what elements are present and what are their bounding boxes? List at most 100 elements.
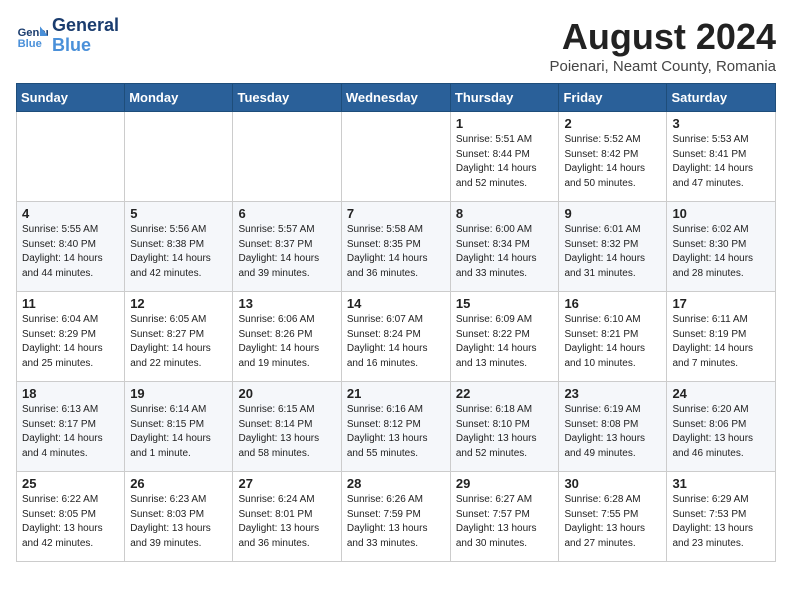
calendar-cell: 24 Sunrise: 6:20 AM Sunset: 8:06 PM Dayli… — [667, 382, 776, 472]
day-info: Sunrise: 6:15 AM Sunset: 8:14 PM Dayligh… — [238, 403, 335, 461]
weekday-header-tuesday: Tuesday — [233, 84, 341, 112]
calendar-cell — [341, 112, 450, 202]
day-number: 2 — [564, 116, 661, 131]
day-number: 22 — [456, 386, 554, 401]
calendar-cell: 16Sunrise: 6:10 AM Sunset: 8:21 PM Dayli… — [559, 292, 667, 382]
logo-text-line1: General — [52, 16, 119, 36]
calendar-cell: 10 Sunrise: 6:02 AM Sunset: 8:30 PM Dayli… — [667, 202, 776, 292]
day-info: Sunrise: 5:51 AM Sunset: 8:44 PM Dayligh… — [456, 133, 554, 191]
day-info: Sunrise: 5:53 AM Sunset: 8:41 PM Dayligh… — [672, 133, 770, 191]
day-number: 13 — [238, 296, 335, 311]
calendar-cell — [125, 112, 233, 202]
day-number: 31 — [672, 476, 770, 491]
day-info: Sunrise: 5:55 AM Sunset: 8:40 PM Dayligh… — [22, 223, 119, 281]
day-info: Sunrise: 6:22 AM Sunset: 8:05 PM Dayligh… — [22, 493, 119, 551]
week-row-5: 25 Sunrise: 6:22 AM Sunset: 8:05 PM Dayli… — [17, 472, 776, 562]
weekday-header-saturday: Saturday — [667, 84, 776, 112]
day-info: Sunrise: 5:58 AM Sunset: 8:35 PM Dayligh… — [347, 223, 445, 281]
calendar-cell: 11 Sunrise: 6:04 AM Sunset: 8:29 PM Dayli… — [17, 292, 125, 382]
calendar-cell: 13 Sunrise: 6:06 AM Sunset: 8:26 PM Dayli… — [233, 292, 341, 382]
day-number: 26 — [130, 476, 227, 491]
day-info: Sunrise: 5:56 AM Sunset: 8:38 PM Dayligh… — [130, 223, 227, 281]
day-info: Sunrise: 6:02 AM Sunset: 8:30 PM Dayligh… — [672, 223, 770, 281]
calendar-cell: 15 Sunrise: 6:09 AM Sunset: 8:22 PM Dayli… — [450, 292, 559, 382]
calendar-cell: 21 Sunrise: 6:16 AM Sunset: 8:12 PM Dayli… — [341, 382, 450, 472]
day-number: 4 — [22, 206, 119, 221]
calendar-cell: 27 Sunrise: 6:24 AM Sunset: 8:01 PM Dayli… — [233, 472, 341, 562]
day-number: 8 — [456, 206, 554, 221]
calendar-cell: 1 Sunrise: 5:51 AM Sunset: 8:44 PM Daylig… — [450, 112, 559, 202]
day-number: 27 — [238, 476, 335, 491]
day-number: 16 — [564, 296, 661, 311]
day-info: Sunrise: 6:04 AM Sunset: 8:29 PM Dayligh… — [22, 313, 119, 371]
day-number: 14 — [347, 296, 445, 311]
week-row-4: 18 Sunrise: 6:13 AM Sunset: 8:17 PM Dayli… — [17, 382, 776, 472]
calendar-cell: 25 Sunrise: 6:22 AM Sunset: 8:05 PM Dayli… — [17, 472, 125, 562]
day-number: 6 — [238, 206, 335, 221]
logo-icon: General Blue — [16, 20, 48, 52]
day-info: Sunrise: 6:23 AM Sunset: 8:03 PM Dayligh… — [130, 493, 227, 551]
logo-text-line2: Blue — [52, 36, 119, 56]
day-number: 9 — [564, 206, 661, 221]
day-info: Sunrise: 6:24 AM Sunset: 8:01 PM Dayligh… — [238, 493, 335, 551]
calendar-cell: 26 Sunrise: 6:23 AM Sunset: 8:03 PM Dayli… — [125, 472, 233, 562]
weekday-header-row: SundayMondayTuesdayWednesdayThursdayFrid… — [17, 84, 776, 112]
day-number: 5 — [130, 206, 227, 221]
day-number: 25 — [22, 476, 119, 491]
calendar-cell: 2 Sunrise: 5:52 AM Sunset: 8:42 PM Daylig… — [559, 112, 667, 202]
day-info: Sunrise: 6:07 AM Sunset: 8:24 PM Dayligh… — [347, 313, 445, 371]
day-info: Sunrise: 6:19 AM Sunset: 8:08 PM Dayligh… — [564, 403, 661, 461]
calendar-cell: 4 Sunrise: 5:55 AM Sunset: 8:40 PM Daylig… — [17, 202, 125, 292]
day-number: 23 — [564, 386, 661, 401]
calendar-cell — [233, 112, 341, 202]
day-number: 21 — [347, 386, 445, 401]
logo: General Blue General Blue — [16, 16, 119, 56]
calendar-table: SundayMondayTuesdayWednesdayThursdayFrid… — [16, 83, 776, 562]
calendar-cell — [17, 112, 125, 202]
day-number: 17 — [672, 296, 770, 311]
weekday-header-sunday: Sunday — [17, 84, 125, 112]
calendar-cell: 9Sunrise: 6:01 AM Sunset: 8:32 PM Daylig… — [559, 202, 667, 292]
calendar-cell: 12Sunrise: 6:05 AM Sunset: 8:27 PM Dayli… — [125, 292, 233, 382]
calendar-cell: 23 Sunrise: 6:19 AM Sunset: 8:08 PM Dayli… — [559, 382, 667, 472]
calendar-cell: 5 Sunrise: 5:56 AM Sunset: 8:38 PM Daylig… — [125, 202, 233, 292]
day-number: 29 — [456, 476, 554, 491]
calendar-cell: 17Sunrise: 6:11 AM Sunset: 8:19 PM Dayli… — [667, 292, 776, 382]
day-number: 18 — [22, 386, 119, 401]
weekday-header-friday: Friday — [559, 84, 667, 112]
calendar-cell: 18 Sunrise: 6:13 AM Sunset: 8:17 PM Dayli… — [17, 382, 125, 472]
week-row-2: 4 Sunrise: 5:55 AM Sunset: 8:40 PM Daylig… — [17, 202, 776, 292]
day-number: 20 — [238, 386, 335, 401]
page-header: General Blue General Blue August 2024 Po… — [16, 16, 776, 75]
day-number: 15 — [456, 296, 554, 311]
day-number: 11 — [22, 296, 119, 311]
day-number: 30 — [564, 476, 661, 491]
week-row-3: 11 Sunrise: 6:04 AM Sunset: 8:29 PM Dayli… — [17, 292, 776, 382]
day-number: 1 — [456, 116, 554, 131]
day-info: Sunrise: 6:20 AM Sunset: 8:06 PM Dayligh… — [672, 403, 770, 461]
calendar-cell: 6 Sunrise: 5:57 AM Sunset: 8:37 PM Daylig… — [233, 202, 341, 292]
day-info: Sunrise: 6:00 AM Sunset: 8:34 PM Dayligh… — [456, 223, 554, 281]
day-number: 10 — [672, 206, 770, 221]
day-number: 24 — [672, 386, 770, 401]
day-number: 3 — [672, 116, 770, 131]
day-info: Sunrise: 6:06 AM Sunset: 8:26 PM Dayligh… — [238, 313, 335, 371]
calendar-cell: 31Sunrise: 6:29 AM Sunset: 7:53 PM Dayli… — [667, 472, 776, 562]
day-info: Sunrise: 6:13 AM Sunset: 8:17 PM Dayligh… — [22, 403, 119, 461]
day-info: Sunrise: 6:16 AM Sunset: 8:12 PM Dayligh… — [347, 403, 445, 461]
calendar-cell: 19Sunrise: 6:14 AM Sunset: 8:15 PM Dayli… — [125, 382, 233, 472]
weekday-header-thursday: Thursday — [450, 84, 559, 112]
day-info: Sunrise: 5:52 AM Sunset: 8:42 PM Dayligh… — [564, 133, 661, 191]
weekday-header-monday: Monday — [125, 84, 233, 112]
calendar-cell: 3 Sunrise: 5:53 AM Sunset: 8:41 PM Daylig… — [667, 112, 776, 202]
calendar-cell: 30Sunrise: 6:28 AM Sunset: 7:55 PM Dayli… — [559, 472, 667, 562]
calendar-title: August 2024 — [550, 16, 777, 58]
calendar-cell: 29 Sunrise: 6:27 AM Sunset: 7:57 PM Dayli… — [450, 472, 559, 562]
day-info: Sunrise: 5:57 AM Sunset: 8:37 PM Dayligh… — [238, 223, 335, 281]
svg-text:Blue: Blue — [18, 38, 42, 50]
calendar-subtitle: Poienari, Neamt County, Romania — [550, 58, 777, 75]
day-info: Sunrise: 6:27 AM Sunset: 7:57 PM Dayligh… — [456, 493, 554, 551]
day-info: Sunrise: 6:18 AM Sunset: 8:10 PM Dayligh… — [456, 403, 554, 461]
day-info: Sunrise: 6:09 AM Sunset: 8:22 PM Dayligh… — [456, 313, 554, 371]
title-block: August 2024 Poienari, Neamt County, Roma… — [550, 16, 777, 75]
